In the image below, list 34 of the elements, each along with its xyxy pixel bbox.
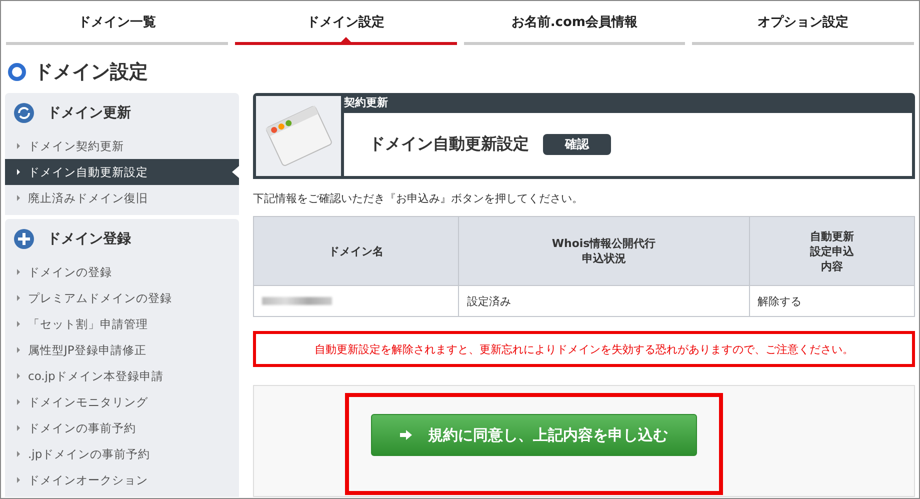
sidebar-item[interactable]: ドメインオークション bbox=[5, 467, 239, 493]
sidebar-item[interactable]: プレミアムドメインの登録 bbox=[5, 285, 239, 311]
sidebar-item[interactable]: ドメイン自動更新設定 bbox=[5, 159, 239, 185]
sidebar-item[interactable]: 属性型JP登録申請修正 bbox=[5, 337, 239, 363]
nav-tab[interactable]: オプション設定 bbox=[692, 1, 914, 45]
table-cell: 解除する bbox=[749, 286, 914, 316]
blurred-text bbox=[262, 296, 332, 304]
column-header: 自動更新設定申込内容 bbox=[749, 216, 914, 286]
sidebar-item[interactable]: 廃止済みドメイン復旧 bbox=[5, 185, 239, 211]
sidebar-item[interactable]: ドメインモニタリング bbox=[5, 389, 239, 415]
nav-tab[interactable]: お名前.com会員情報 bbox=[464, 1, 686, 45]
table-cell: 設定済み bbox=[458, 286, 750, 316]
plus-icon bbox=[13, 228, 35, 250]
sidebar-item[interactable]: ドメイン契約更新 bbox=[5, 133, 239, 159]
nav-tab[interactable]: ドメイン一覧 bbox=[6, 1, 228, 45]
section-title: ドメイン更新 bbox=[47, 104, 131, 122]
panel-title: ドメイン自動更新設定 bbox=[369, 134, 529, 155]
column-header: Whois情報公開代行申込状況 bbox=[458, 216, 750, 286]
sidebar-item[interactable]: co.jpドメイン本登録申請 bbox=[5, 363, 239, 389]
instruction-text: 下記情報をご確認いただき『お申込み』ボタンを押してください。 bbox=[253, 191, 584, 206]
sidebar-item[interactable]: 「セット割」申請管理 bbox=[5, 311, 239, 337]
status-badge: 確認 bbox=[543, 134, 611, 155]
column-header: ドメイン名 bbox=[254, 216, 458, 286]
arrow-icon bbox=[400, 430, 412, 440]
warning-message: 自動更新設定を解除されますと、更新忘れによりドメインを失効する恐れがありますので、ご注意ください。 bbox=[253, 331, 915, 367]
ring-icon bbox=[8, 63, 26, 81]
sidebar-item[interactable]: .jpドメインの事前予約 bbox=[5, 441, 239, 467]
section-title: ドメイン登録 bbox=[47, 230, 131, 248]
nav-tab[interactable]: ドメイン設定 bbox=[234, 1, 456, 45]
sidebar-item[interactable]: ドメインの事前予約 bbox=[5, 415, 239, 441]
category-label: 契約更新 bbox=[344, 96, 388, 111]
sidebar-item[interactable]: ドメインの登録 bbox=[5, 259, 239, 285]
refresh-icon bbox=[13, 102, 35, 124]
page-title: ドメイン設定 bbox=[34, 60, 148, 85]
